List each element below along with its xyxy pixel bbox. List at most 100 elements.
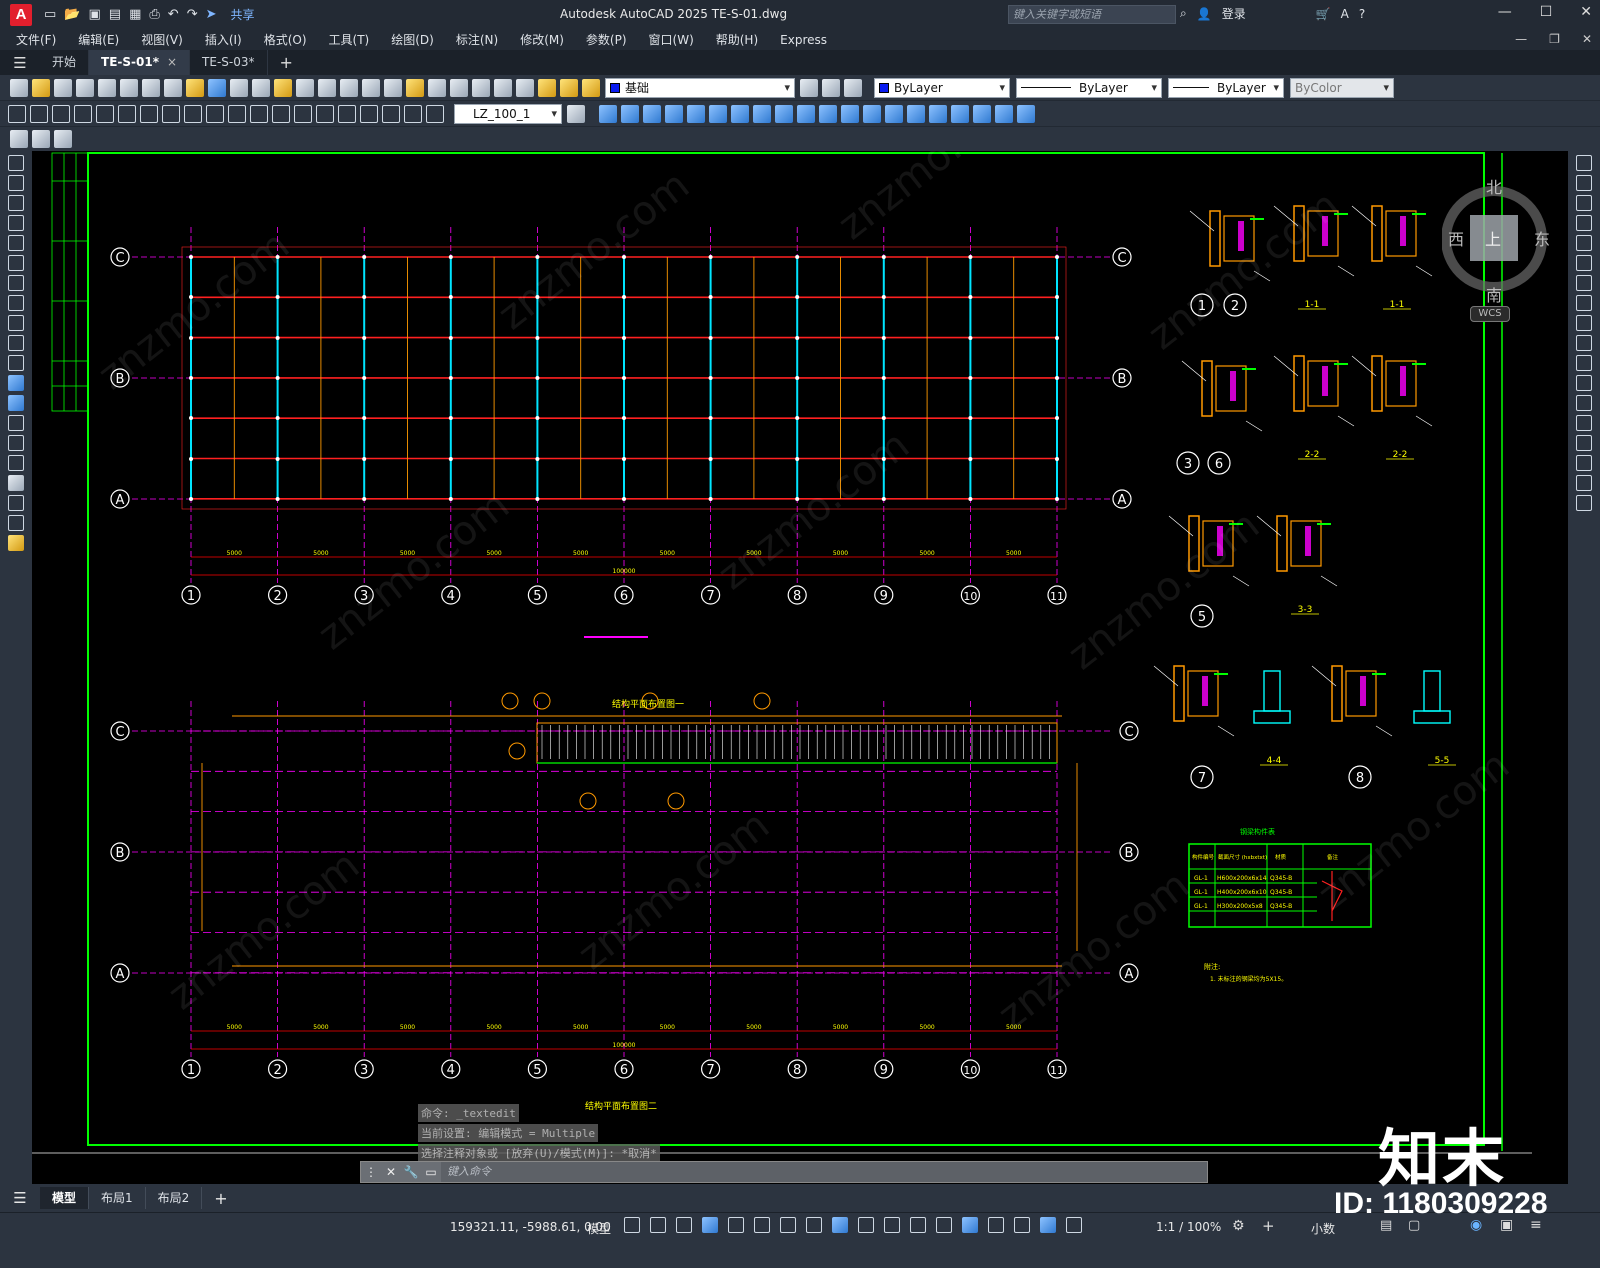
annotation-scale[interactable]: 1:1 / 100% — [1156, 1220, 1221, 1234]
cut-icon[interactable] — [142, 78, 160, 97]
object-snap-tracking-icon[interactable] — [806, 1217, 822, 1233]
mtext-icon[interactable] — [8, 515, 24, 531]
modify-icon-18[interactable] — [973, 104, 991, 123]
dim-linear-icon[interactable] — [8, 104, 26, 123]
lineweight-dropdown[interactable]: ByLayer — [1168, 77, 1284, 98]
break-icon[interactable] — [1576, 395, 1592, 411]
help-tool-icon[interactable] — [494, 78, 512, 97]
selection-cycling-icon[interactable] — [910, 1217, 926, 1233]
modify-icon-2[interactable] — [621, 104, 639, 123]
viewcube-west[interactable]: 西 — [1448, 230, 1464, 249]
modify-icon-11[interactable] — [819, 104, 837, 123]
new-tab-button[interactable]: + — [268, 53, 305, 72]
pan-icon[interactable] — [274, 78, 292, 97]
annotation-visibility-icon[interactable] — [1040, 1217, 1056, 1233]
open-icon[interactable] — [32, 78, 50, 97]
dim-edit-icon[interactable] — [382, 104, 400, 123]
layer-dropdown[interactable]: 基础 — [605, 77, 795, 98]
transparency-icon[interactable] — [884, 1217, 900, 1233]
designcenter-icon[interactable] — [384, 78, 402, 97]
annotation-monitor-icon[interactable]: + — [1262, 1217, 1275, 1235]
extend-icon[interactable] — [1576, 355, 1592, 371]
insert-block-icon[interactable] — [8, 375, 24, 391]
menu-hamburger-icon[interactable]: ☰ — [0, 54, 40, 72]
save-tool-icon[interactable] — [54, 78, 72, 97]
gradient-icon[interactable] — [8, 455, 24, 471]
calculator-icon[interactable] — [472, 78, 490, 97]
menu-format[interactable]: 格式(O) — [264, 31, 307, 48]
wcs-button[interactable]: WCS — [1470, 306, 1510, 322]
add-selected-icon[interactable] — [8, 535, 24, 551]
autodesk-app-icon[interactable]: A — [1341, 7, 1349, 21]
modify-icon-13[interactable] — [863, 104, 881, 123]
menu-edit[interactable]: 编辑(E) — [78, 31, 119, 48]
modify-icon-20[interactable] — [1017, 104, 1035, 123]
snap-icon[interactable] — [650, 1217, 666, 1233]
hatch-icon[interactable] — [8, 435, 24, 451]
line-icon[interactable] — [8, 155, 24, 171]
viewcube-north[interactable]: 北 — [1486, 178, 1502, 197]
sheetset-icon[interactable] — [428, 78, 446, 97]
modify-icon-6[interactable] — [709, 104, 727, 123]
explode-icon[interactable] — [1576, 495, 1592, 511]
inspect-icon[interactable] — [338, 104, 356, 123]
modify-icon-1[interactable] — [599, 104, 617, 123]
help-icon[interactable]: ? — [1359, 7, 1365, 21]
new-file-icon[interactable]: ▭ — [44, 7, 56, 22]
lineweight-toggle-icon[interactable] — [858, 1217, 874, 1233]
tab-te-s-03[interactable]: TE-S-03* — [190, 50, 268, 75]
linetype-dropdown[interactable]: ByLayer — [1016, 77, 1162, 98]
share-icon[interactable]: ➤ — [206, 7, 217, 22]
circle-icon[interactable] — [8, 275, 24, 291]
maximize-icon[interactable]: ☐ — [1540, 4, 1553, 20]
copy-object-icon[interactable] — [1576, 175, 1592, 191]
cart-icon[interactable]: 🛒 — [1316, 7, 1331, 21]
erase-icon[interactable] — [1576, 155, 1592, 171]
undo-icon[interactable]: ↶ — [168, 7, 179, 22]
viewcube-east[interactable]: 东 — [1534, 230, 1550, 249]
gizmo-icon[interactable] — [1014, 1217, 1030, 1233]
paste-icon[interactable] — [186, 78, 204, 97]
blend-icon[interactable] — [1576, 475, 1592, 491]
menu-draw[interactable]: 绘图(D) — [391, 31, 434, 48]
plotstyle-dropdown[interactable]: ByColor — [1290, 77, 1394, 98]
zoom-previous-icon[interactable] — [340, 78, 358, 97]
array-icon[interactable] — [1576, 235, 1592, 251]
move-icon[interactable] — [1576, 255, 1592, 271]
markup-icon[interactable] — [450, 78, 468, 97]
add-layout-icon[interactable]: + — [202, 1189, 239, 1208]
command-close-icon[interactable]: ✕ — [381, 1165, 401, 1179]
grid-icon[interactable] — [624, 1217, 640, 1233]
dim-angular-icon[interactable] — [162, 104, 180, 123]
menu-window[interactable]: 窗口(W) — [649, 31, 694, 48]
extra-tool-icon-2[interactable] — [32, 130, 50, 148]
extra-tool-icon-1[interactable] — [10, 130, 28, 148]
undo-tool-icon[interactable] — [230, 78, 248, 97]
polar-icon[interactable] — [754, 1217, 770, 1233]
layer-states-icon[interactable] — [844, 78, 862, 97]
menu-modify[interactable]: 修改(M) — [520, 31, 564, 48]
layer-properties-icon[interactable] — [516, 78, 534, 97]
plot-tool-icon[interactable] — [76, 78, 94, 97]
publish-tool-icon[interactable] — [120, 78, 138, 97]
menu-express[interactable]: Express — [780, 33, 827, 47]
viewcube-south[interactable]: 南 — [1486, 286, 1502, 303]
make-block-icon[interactable] — [8, 395, 24, 411]
polygon-icon[interactable] — [8, 215, 24, 231]
ellipse-icon[interactable] — [8, 335, 24, 351]
dim-jogged-icon[interactable] — [118, 104, 136, 123]
modify-icon-17[interactable] — [951, 104, 969, 123]
ortho-icon[interactable] — [728, 1217, 744, 1233]
revcloud-icon[interactable] — [8, 295, 24, 311]
sun-icon[interactable] — [560, 78, 578, 97]
auto-scale-icon[interactable] — [1066, 1217, 1082, 1233]
login-button[interactable]: 登录 — [1222, 5, 1246, 22]
save-as-icon[interactable]: ▤ — [109, 7, 121, 22]
tool-palettes-icon[interactable] — [406, 78, 424, 97]
drawing-canvas[interactable]: 1 2 3 4 5 6 7 8 9 10 11 5000 5000 5000 5000 5000 5000 500… — [32, 151, 1568, 1184]
menu-tools[interactable]: 工具(T) — [329, 31, 370, 48]
tab-layout1[interactable]: 布局1 — [89, 1187, 146, 1209]
isodraft-icon[interactable] — [780, 1217, 796, 1233]
redo-tool-icon[interactable] — [252, 78, 270, 97]
color-dropdown[interactable]: ByLayer — [874, 77, 1010, 98]
